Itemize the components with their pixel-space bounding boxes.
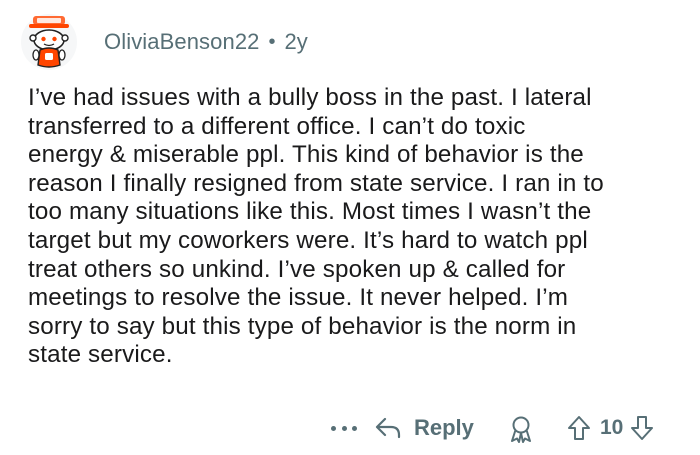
comment-line: I’ve had issues with a bully boss in the… bbox=[28, 84, 592, 111]
comment-card: OliviaBenson22 • 2y I’ve had issues with… bbox=[0, 0, 700, 454]
more-icon bbox=[331, 425, 336, 431]
reply-icon bbox=[375, 417, 401, 439]
comment-meta: OliviaBenson22 • 2y bbox=[104, 29, 308, 55]
comment-line: too many situations like this. Most time… bbox=[28, 198, 592, 226]
reply-label: Reply bbox=[414, 415, 474, 440]
award-icon[interactable] bbox=[508, 415, 534, 443]
comment-line: sorry to say but this type of behavior i… bbox=[28, 312, 577, 340]
meta-separator: • bbox=[268, 30, 276, 53]
more-icon bbox=[341, 425, 347, 431]
downvote-icon[interactable] bbox=[629, 415, 655, 441]
comment-header: OliviaBenson22 • 2y bbox=[20, 12, 308, 72]
comment-age: 2y bbox=[284, 29, 308, 54]
comment-line: target but my coworkers were. It’s hard … bbox=[28, 226, 588, 254]
comment-line: state service. bbox=[28, 341, 173, 369]
comment-line: meetings to resolve the issue. It never … bbox=[28, 284, 569, 312]
vote-controls: 10 bbox=[566, 413, 655, 443]
comment-line: treat others so unkind. I’ve spoken up &… bbox=[28, 255, 566, 283]
comment-actions: Reply 10 bbox=[0, 405, 700, 455]
user-avatar[interactable] bbox=[20, 13, 78, 71]
comment-line: energy & miserable ppl. This kind of beh… bbox=[28, 141, 584, 169]
snoo-avatar-icon bbox=[21, 14, 77, 70]
username-link[interactable]: OliviaBenson22 bbox=[104, 29, 260, 55]
more-icon bbox=[352, 425, 357, 431]
more-options-button[interactable] bbox=[331, 418, 357, 438]
comment-line: reason I finally resigned from state ser… bbox=[28, 169, 604, 197]
vote-count: 10 bbox=[600, 416, 624, 439]
comment-line: transferred to a different office. I can… bbox=[28, 112, 526, 140]
comment-body: I’ve had issues with a bully boss in the… bbox=[28, 84, 688, 370]
upvote-icon[interactable] bbox=[566, 415, 592, 441]
reply-button[interactable]: Reply bbox=[374, 413, 474, 443]
